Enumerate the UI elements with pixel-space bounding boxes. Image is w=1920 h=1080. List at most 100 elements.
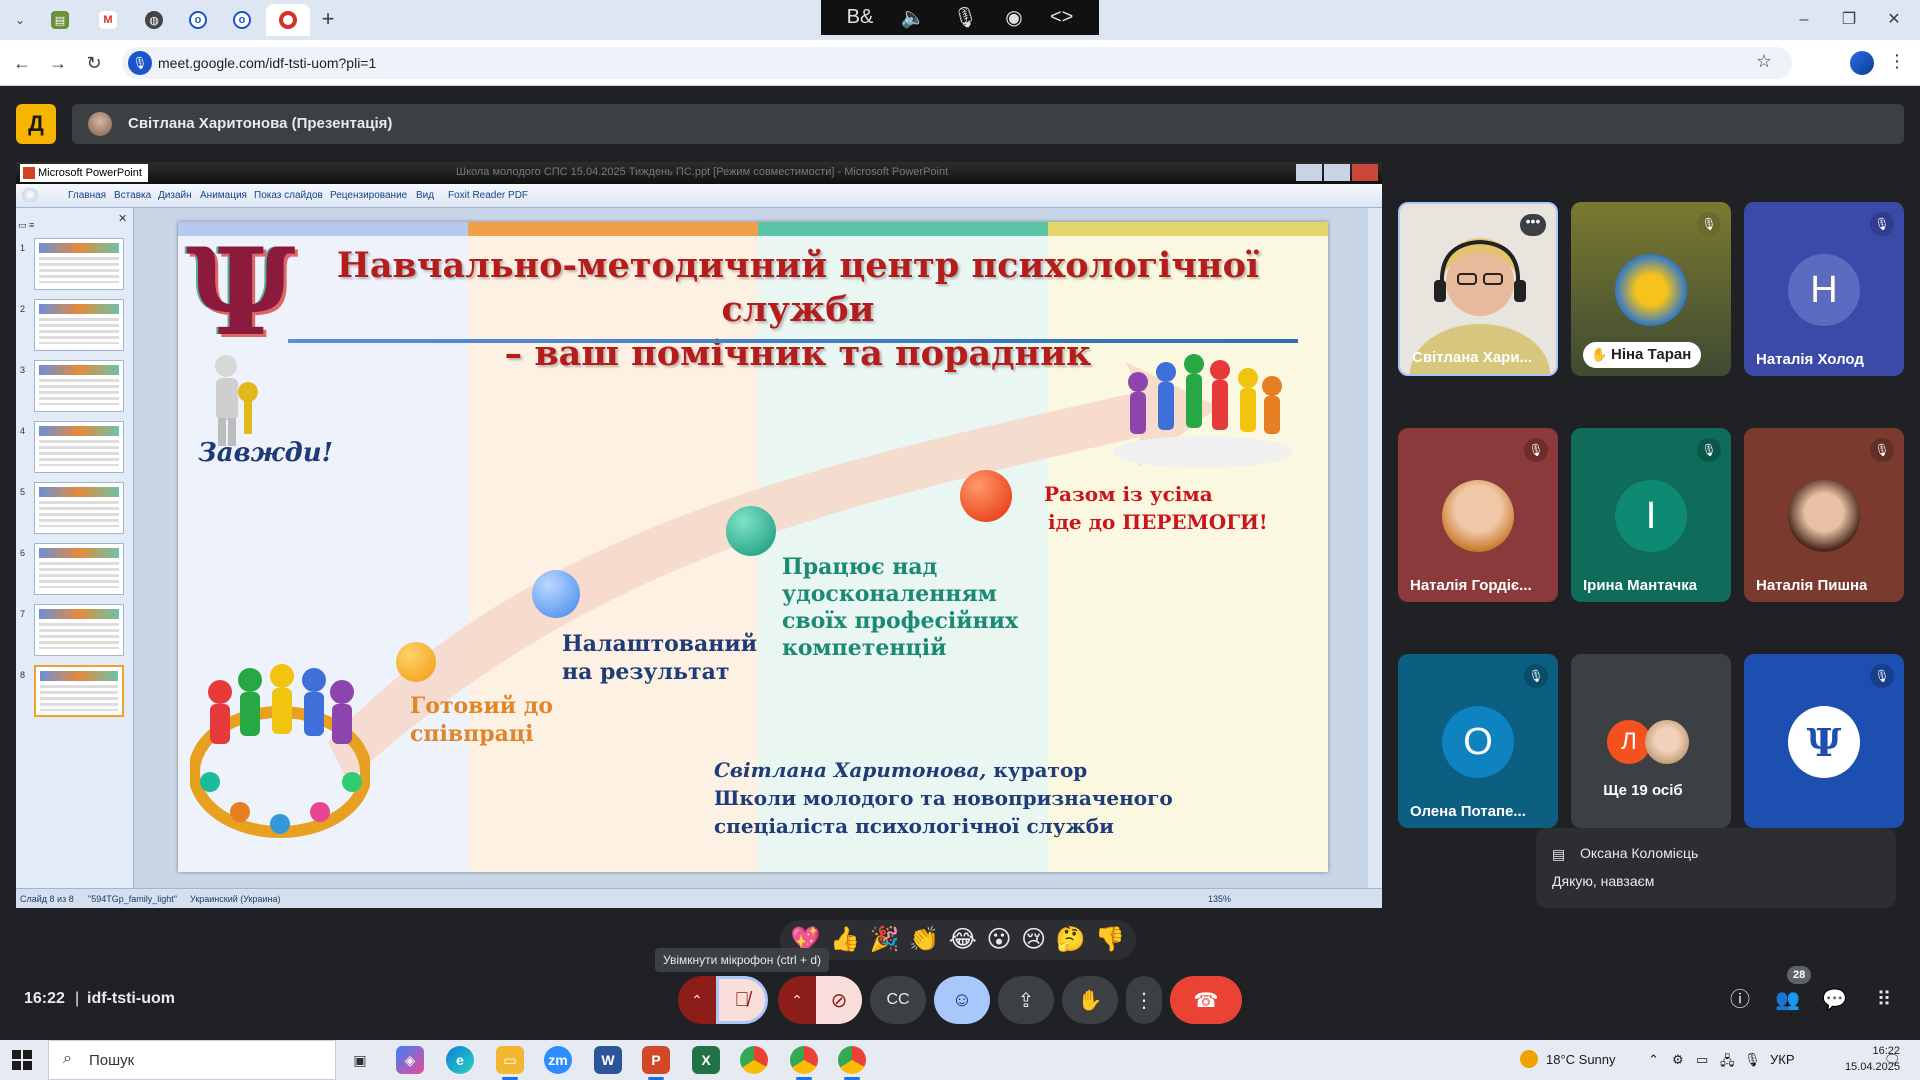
chrome-icon[interactable] bbox=[740, 1046, 768, 1074]
present-screen-button[interactable]: ⇪ bbox=[998, 976, 1054, 1024]
raise-hand-button[interactable]: ✋ bbox=[1062, 976, 1118, 1024]
code-icon[interactable]: <> bbox=[1050, 6, 1073, 29]
participant-tile-nina[interactable]: 🎙 Ніна Таран bbox=[1571, 202, 1731, 376]
audio-options-chevron-icon[interactable]: ⌃ bbox=[678, 976, 716, 1024]
tab-1[interactable]: ▤ bbox=[38, 4, 82, 36]
tab-3[interactable]: ◍ bbox=[132, 4, 176, 36]
back-icon[interactable]: ← bbox=[10, 51, 34, 75]
author-line3: спеціаліста психологічної служби bbox=[714, 814, 1114, 838]
reaction-surprised[interactable]: 😮 bbox=[986, 928, 1011, 952]
more-options-button[interactable]: ⋮ bbox=[1126, 976, 1162, 1024]
zoom-icon[interactable]: zm bbox=[544, 1046, 572, 1074]
profile-avatar[interactable] bbox=[1850, 51, 1874, 75]
leave-call-button[interactable]: ☎ bbox=[1170, 976, 1242, 1024]
participant-tile-logo[interactable]: 🎙 Ψ bbox=[1744, 654, 1904, 828]
participant-tile-natalia-kholod[interactable]: 🎙 Н Наталія Холод bbox=[1744, 202, 1904, 376]
tab-4[interactable]: o bbox=[176, 4, 220, 36]
keyboard-language[interactable]: УКР bbox=[1770, 1052, 1795, 1067]
reaction-thumbs-down[interactable]: 👎 bbox=[1095, 928, 1125, 952]
slide-thumb-7 bbox=[34, 604, 124, 656]
participant-tile-natalia-gordienko[interactable]: 🎙 Наталія Гордіє... bbox=[1398, 428, 1558, 602]
task-view-icon[interactable]: ▣ bbox=[346, 1046, 374, 1074]
weather-text[interactable]: 18°C Sunny bbox=[1546, 1052, 1616, 1067]
chrome-profile-icon[interactable] bbox=[790, 1046, 818, 1080]
edge-icon[interactable]: e bbox=[446, 1046, 474, 1074]
tray-chevron-icon[interactable]: ⌃ bbox=[1648, 1052, 1659, 1068]
tab-gmail[interactable]: M bbox=[86, 4, 130, 36]
reaction-sad[interactable]: 😢 bbox=[1021, 928, 1046, 952]
reaction-party[interactable]: 🎉 bbox=[870, 928, 900, 952]
mic-tooltip: Увімкнути мікрофон (ctrl + d) bbox=[655, 948, 830, 972]
reaction-clap[interactable]: 👏 bbox=[909, 928, 939, 952]
slide-thumb-3 bbox=[34, 360, 124, 412]
participant-tile-iryna[interactable]: 🎙 І Ірина Мантачка bbox=[1571, 428, 1731, 602]
ppt-menu-insert: Вставка bbox=[114, 190, 152, 201]
o-icon: o bbox=[189, 11, 207, 29]
bookmark-star-icon[interactable]: ☆ bbox=[1756, 51, 1772, 72]
excel-icon[interactable]: X bbox=[692, 1046, 720, 1074]
reaction-laugh[interactable]: 😂 bbox=[949, 928, 977, 952]
video-options-chevron-icon[interactable]: ⌃ bbox=[778, 976, 816, 1024]
mic-muted-button[interactable]: 🎙̸ bbox=[716, 976, 768, 1024]
step4-text: Разом із усіма іде до ПЕРЕМОГИ! bbox=[1044, 480, 1268, 536]
participant-name: Наталія Пишна bbox=[1756, 577, 1868, 594]
powerpoint-icon[interactable]: P bbox=[642, 1046, 670, 1080]
author-line2: Школи молодого та новопризначеного bbox=[714, 786, 1173, 810]
bd-icon[interactable]: B& bbox=[847, 6, 874, 29]
broadcast-icon[interactable]: ◉ bbox=[1005, 5, 1022, 30]
ppt-titlebar: Microsoft PowerPoint Школа молодого СПС … bbox=[16, 162, 1382, 184]
chat-sender: Оксана Коломієць bbox=[1580, 845, 1699, 861]
activities-icon[interactable]: ⠿ bbox=[1872, 988, 1896, 1012]
close-icon[interactable]: ✕ bbox=[1878, 8, 1910, 32]
weather-sun-icon[interactable] bbox=[1520, 1050, 1538, 1068]
url-text[interactable]: meet.google.com/idf-tsti-uom?pli=1 bbox=[158, 55, 376, 71]
windows-start-icon[interactable] bbox=[12, 1050, 32, 1070]
tile-more-options-icon[interactable]: ••• bbox=[1520, 214, 1546, 236]
participant-name: Світлана Хари... bbox=[1412, 349, 1533, 366]
restore-icon[interactable]: ❐ bbox=[1833, 8, 1865, 32]
step2-text: Налаштований на результат bbox=[562, 630, 757, 686]
taskbar-search[interactable]: ⌕ Пошук bbox=[48, 1040, 336, 1080]
participant-tile-svitlana[interactable]: ••• Світлана Хари... bbox=[1398, 202, 1558, 376]
tab-meet-active[interactable] bbox=[266, 4, 310, 36]
site-info-icon[interactable]: 🎙 bbox=[128, 51, 152, 75]
ppt-status-bar: Слайд 8 из 8 "594TGp_family_light" Украи… bbox=[16, 888, 1382, 908]
tray-mic-icon[interactable]: 🎙 bbox=[1744, 1052, 1761, 1068]
people-icon[interactable]: 👥 bbox=[1775, 988, 1800, 1012]
new-tab-button[interactable]: + bbox=[316, 8, 340, 32]
word-icon[interactable]: W bbox=[594, 1046, 622, 1074]
reaction-thinking[interactable]: 🤔 bbox=[1056, 928, 1086, 952]
minimize-icon[interactable]: – bbox=[1788, 8, 1820, 32]
participant-tile-natalia-pyshna[interactable]: 🎙 Наталія Пишна bbox=[1744, 428, 1904, 602]
chat-notification[interactable]: ▤ Оксана Коломієць Дякую, навзаєм bbox=[1536, 828, 1896, 908]
tray-display-icon[interactable]: ▭ bbox=[1696, 1052, 1708, 1068]
participant-photo bbox=[1788, 480, 1860, 552]
tab-5[interactable]: o bbox=[220, 4, 264, 36]
captions-button[interactable]: CC bbox=[870, 976, 926, 1024]
tray-app-icon[interactable]: ⚙ bbox=[1672, 1052, 1684, 1068]
browser-menu-icon[interactable]: ⋮ bbox=[1888, 51, 1906, 72]
muted-mic-icon: 🎙 bbox=[1870, 664, 1894, 688]
participant-tile-olena[interactable]: 🎙 О Олена Потапе... bbox=[1398, 654, 1558, 828]
meeting-info-icon[interactable]: ⓘ bbox=[1728, 988, 1752, 1012]
author-name: Світлана Харитонова, bbox=[714, 758, 987, 782]
reload-icon[interactable]: ↻ bbox=[82, 51, 106, 75]
reactions-button[interactable]: ☺ bbox=[934, 976, 990, 1024]
step1-line1: Готовий до bbox=[410, 693, 554, 719]
tab-search-button[interactable]: ⌄ bbox=[8, 8, 32, 32]
participant-tile-others[interactable]: Л Ще 19 осіб bbox=[1571, 654, 1731, 828]
mic-icon[interactable]: 🎙 bbox=[953, 5, 978, 30]
network-icon[interactable]: 🖧 bbox=[1720, 1052, 1735, 1074]
forward-icon[interactable]: → bbox=[46, 51, 70, 75]
chat-icon[interactable]: 💬 bbox=[1822, 988, 1847, 1012]
reaction-thumbs-up[interactable]: 👍 bbox=[830, 928, 860, 952]
copilot-icon[interactable]: ◈ bbox=[396, 1046, 424, 1074]
file-explorer-icon[interactable]: ▭ bbox=[496, 1046, 524, 1080]
notifications-icon[interactable]: 🗨 bbox=[1884, 1052, 1901, 1068]
speaker-mute-icon[interactable]: 🔈 bbox=[901, 5, 926, 30]
chrome-meet-icon[interactable] bbox=[838, 1046, 866, 1080]
presenter-avatar bbox=[88, 112, 112, 136]
step-ball-red bbox=[960, 470, 1012, 522]
camera-off-button[interactable]: ⊘ bbox=[816, 976, 862, 1024]
omnibox[interactable]: 🎙 meet.google.com/idf-tsti-uom?pli=1 ☆ bbox=[122, 47, 1792, 79]
